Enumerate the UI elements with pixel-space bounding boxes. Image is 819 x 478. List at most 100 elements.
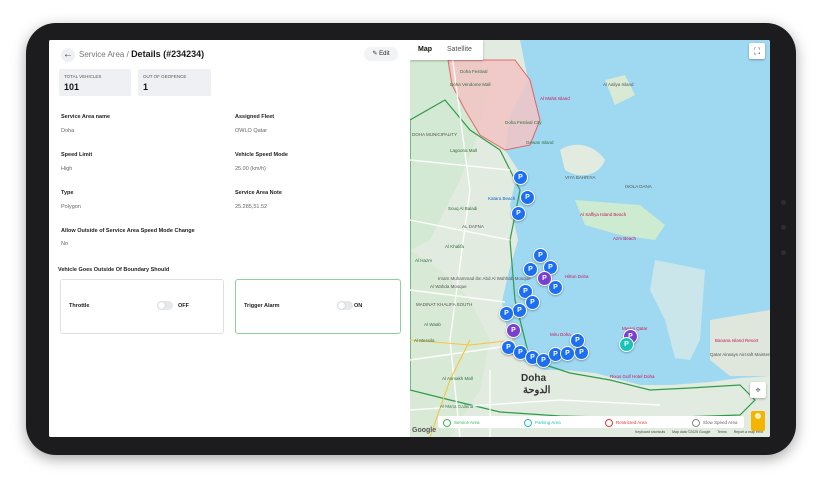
report-map-error-link[interactable]: Report a map error: [734, 430, 764, 434]
parking-marker[interactable]: P: [520, 190, 535, 205]
map-label: Banana Island Resort: [715, 338, 759, 343]
device-side-dots: [781, 200, 787, 270]
map-label: Doha Festival: [460, 69, 488, 74]
app-screen: ← Service Area / Details (#234234) ✎ Edi…: [49, 40, 770, 437]
map-label: MADINAT KHALIFA SOUTH: [416, 302, 473, 307]
map-label: Qatar Airways Aircraft Maintenance Hanga…: [710, 352, 770, 357]
stat-value: 101: [64, 82, 80, 92]
map-label: Katara Beach: [488, 196, 516, 201]
selected-vehicle-marker[interactable]: P: [619, 337, 634, 352]
breadcrumb: Service Area / Details (#234234): [79, 49, 204, 59]
parking-marker[interactable]: P: [525, 295, 540, 310]
tab-map[interactable]: Map: [418, 46, 432, 53]
field-value-service-area-note: 25.285,51.52: [235, 204, 268, 210]
field-value-type: Polygon: [61, 204, 81, 210]
legend-swatch: [605, 419, 613, 427]
map-label: AL DAFNA: [462, 224, 484, 229]
trigger-alarm-state: ON: [354, 303, 363, 309]
legend-item-restricted-area: Restricted Area: [605, 419, 647, 427]
map-label: VIYA BAHRIYA: [565, 175, 596, 180]
location-icon: ⌖: [755, 385, 761, 395]
parking-marker[interactable]: P: [499, 306, 514, 321]
map-label: Doha Festival City: [505, 120, 542, 125]
land-area: [710, 310, 770, 376]
terms-link[interactable]: Terms: [717, 430, 727, 434]
parking-marker[interactable]: P: [570, 333, 585, 348]
map-type-control: Map Satellite: [410, 40, 483, 60]
map-label: Lagoona Mall: [450, 148, 478, 153]
stat-out-of-geofence: OUT OF GEOFENCE 1: [138, 69, 211, 96]
map-label: Al Aaliya Island: [603, 82, 634, 87]
back-button[interactable]: ←: [61, 48, 75, 62]
legend-label: Restricted Area: [616, 420, 647, 426]
trigger-alarm-card: Trigger Alarm ON: [235, 279, 401, 334]
legend-swatch: [524, 419, 532, 427]
map-view[interactable]: Map Satellite ⛶ Katara Beach Al Mahā Isla…: [410, 40, 770, 437]
field-value-assigned-fleet: OWLO Qatar: [235, 128, 268, 134]
tab-satellite[interactable]: Satellite: [447, 46, 472, 53]
legend-swatch: [692, 419, 700, 427]
parking-marker[interactable]: P: [560, 346, 575, 361]
field-label-speed-limit: Speed Limit: [61, 152, 93, 158]
stat-label: TOTAL VEHICLES: [64, 74, 102, 79]
map-label: Imam Muhammad ibn Abd Al Wahhab Mosque: [438, 276, 531, 281]
map-label: Al Khalifa: [445, 244, 465, 249]
map-legend: Service Area Parking Area Restricted Are…: [438, 416, 744, 428]
boundary-heading: Vehicle Goes Outside Of Boundary Should: [58, 267, 170, 273]
map-label: Al Wahda Mosque: [430, 284, 467, 289]
map-label: ISOLA DANA: [625, 184, 652, 189]
pearl-island: [560, 144, 605, 176]
back-arrow-icon: ←: [63, 49, 73, 60]
fullscreen-button[interactable]: ⛶: [749, 43, 765, 59]
legend-item-slow-speed-area: Slow Speed Area: [692, 419, 738, 427]
cluster-marker[interactable]: P: [506, 323, 521, 338]
parking-marker[interactable]: P: [523, 262, 538, 277]
legend-label: Slow Speed Area: [703, 420, 738, 426]
map-data-text: Map data ©2025 Google: [672, 430, 711, 434]
my-location-button[interactable]: ⌖: [750, 382, 766, 398]
edit-button-label: Edit: [379, 51, 390, 57]
stat-value: 1: [143, 82, 149, 92]
stat-label: OUT OF GEOFENCE: [143, 74, 187, 79]
legend-item-parking-area: Parking Area: [524, 419, 561, 427]
map-attribution: Keyboard shortcuts Map data ©2025 Google…: [635, 430, 769, 434]
map-label: Hilton Doha: [565, 274, 589, 279]
details-panel: ← Service Area / Details (#234234) ✎ Edi…: [49, 40, 410, 437]
throttle-toggle[interactable]: [157, 301, 173, 310]
edit-button[interactable]: ✎ Edit: [364, 47, 398, 61]
street-view-pegman-icon[interactable]: [751, 411, 765, 431]
breadcrumb-parent[interactable]: Service Area: [79, 50, 124, 59]
island-land: [575, 200, 665, 240]
map-label: Azm Beach: [613, 236, 637, 241]
parking-marker[interactable]: P: [511, 206, 526, 221]
map-label: Al Mahā Island: [540, 96, 570, 101]
parking-marker[interactable]: P: [513, 170, 528, 185]
field-label-assigned-fleet: Assigned Fleet: [235, 114, 275, 120]
field-label-type: Type: [61, 190, 74, 196]
field-label-allow-outside: Allow Outside of Service Area Speed Mode…: [61, 228, 195, 234]
map-label: Souq Al Baladi: [448, 206, 478, 211]
city-label-ar: الدوحة: [523, 385, 551, 396]
trigger-alarm-toggle[interactable]: [337, 301, 353, 310]
parking-marker[interactable]: P: [512, 303, 527, 318]
legend-label: Service Area: [454, 420, 480, 426]
map-label: Al Waab: [424, 322, 441, 327]
hamad-port-area: [650, 260, 705, 360]
keyboard-shortcuts-link[interactable]: Keyboard shortcuts: [635, 430, 665, 434]
breadcrumb-separator: /: [126, 50, 129, 59]
field-value-service-area-name: Doha: [61, 128, 75, 134]
field-label-service-area-name: Service Area name: [61, 114, 111, 120]
legend-swatch: [443, 419, 451, 427]
google-logo: Google: [412, 427, 437, 434]
legend-item-service-area: Service Area: [443, 419, 480, 427]
field-label-vehicle-speed-mode: Vehicle Speed Mode: [235, 152, 288, 158]
field-value-speed-limit: High: [61, 166, 73, 172]
parking-marker[interactable]: P: [548, 280, 563, 295]
page-title: Details (#234234): [131, 49, 205, 59]
throttle-card: Throttle OFF: [60, 279, 224, 334]
field-value-vehicle-speed-mode: 25.00 (km/h): [235, 166, 266, 172]
map-label: Al Messila: [414, 338, 435, 343]
throttle-state: OFF: [178, 303, 189, 309]
map-label: Al Saffiya Island Beach: [580, 212, 627, 217]
legend-label: Parking Area: [535, 420, 561, 426]
